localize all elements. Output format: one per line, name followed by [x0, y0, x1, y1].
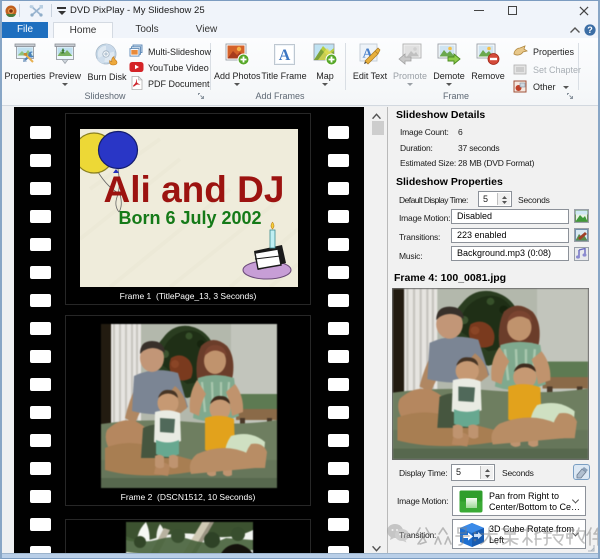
svg-text:Ali and DJ: Ali and DJ [104, 169, 285, 210]
svg-text:A: A [278, 47, 290, 64]
svg-text:?: ? [587, 25, 593, 35]
svg-text:Born 6 July 2002: Born 6 July 2002 [118, 208, 261, 228]
